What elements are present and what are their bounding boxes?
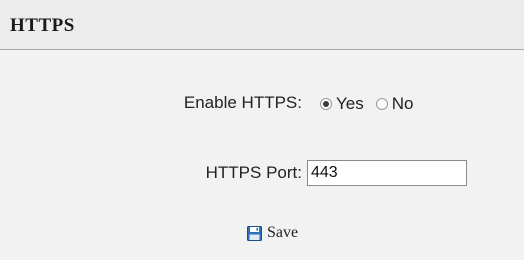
section-title: HTTPS	[10, 15, 75, 36]
radio-yes[interactable]: Yes	[320, 94, 364, 114]
radio-yes-label: Yes	[336, 94, 364, 113]
save-label: Save	[267, 224, 299, 241]
radio-no-indicator[interactable]	[375, 98, 388, 110]
enable-https-label: Enable HTTPS:	[183, 93, 302, 112]
enable-https-radio-group: Yes No	[320, 93, 413, 115]
section-header: HTTPS	[0, 0, 524, 50]
https-port-label: HTTPS Port:	[205, 163, 302, 182]
radio-yes-indicator[interactable]	[320, 98, 332, 110]
https-port-input[interactable]	[307, 160, 467, 186]
save-button[interactable]: Save	[247, 224, 298, 242]
floppy-disk-icon	[247, 225, 262, 241]
radio-no[interactable]: No	[375, 94, 414, 114]
radio-no-label: No	[391, 94, 414, 113]
